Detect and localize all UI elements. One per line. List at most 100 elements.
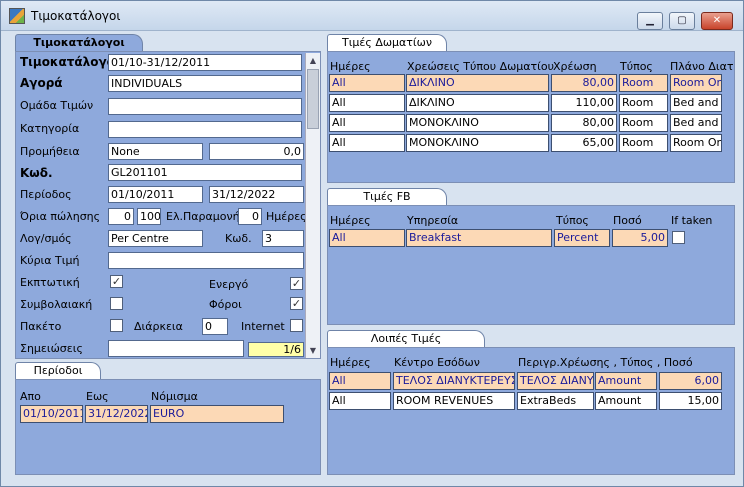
scroll-thumb[interactable]	[307, 69, 319, 129]
scroll-down-icon[interactable]: ▼	[306, 343, 320, 358]
tab-other-prices[interactable]: Λοιπές Τιμές	[327, 330, 485, 348]
room-type-cell[interactable]: Room	[619, 114, 668, 132]
room-plan-cell[interactable]: Bed and Br	[670, 114, 722, 132]
room-charge-cell[interactable]: 110,00	[551, 94, 617, 112]
periods-header-currency: Νόμισμα	[151, 390, 198, 403]
fb-header-days: Ημέρες	[330, 214, 371, 227]
price-group-field[interactable]	[108, 98, 302, 115]
periods-header-to: Εως	[86, 390, 109, 403]
other-days-cell[interactable]: All	[329, 372, 391, 390]
room-type-cell[interactable]: Room	[619, 74, 668, 92]
code-label: Κωδ.	[20, 166, 53, 180]
discount-label: Εκπτωτική	[20, 276, 80, 289]
internet-checkbox[interactable]	[290, 319, 303, 332]
period-to-field[interactable]: 31/12/2022	[209, 186, 304, 203]
room-plan-cell[interactable]: Bed and Br	[670, 94, 722, 112]
other-amount-cell[interactable]: 6,00	[659, 372, 722, 390]
period-currency-cell[interactable]: EURO	[150, 405, 284, 423]
tab-periods[interactable]: Περίοδοι	[15, 362, 101, 380]
commission-value-field[interactable]: 0,0	[209, 143, 304, 160]
minimize-button[interactable]: ▁	[637, 12, 663, 30]
room-type-cell[interactable]: Room	[619, 134, 668, 152]
fb-header-if-taken: If taken	[671, 214, 713, 227]
room-days-cell[interactable]: All	[329, 94, 405, 112]
room-charge-cell[interactable]: 80,00	[551, 114, 617, 132]
tab-pricelists[interactable]: Τιμοκατάλογοι	[15, 34, 143, 52]
form-scrollbar[interactable]: ▲ ▼	[305, 53, 320, 358]
min-stay-label: Ελ.Παραμονή	[166, 210, 240, 223]
market-label: Αγορά	[20, 76, 63, 90]
fb-header-service: Υπηρεσία	[407, 214, 459, 227]
fb-days-cell[interactable]: All	[329, 229, 405, 247]
other-type-cell[interactable]: Amount	[595, 372, 657, 390]
commission-label: Προμήθεια	[20, 145, 80, 158]
other-type-cell[interactable]: Amount	[595, 392, 657, 410]
main-price-field[interactable]	[108, 252, 304, 269]
package-label: Πακέτο	[20, 320, 62, 333]
notes-field[interactable]	[108, 340, 244, 357]
commission-type-field[interactable]: None	[108, 143, 203, 160]
room-days-cell[interactable]: All	[329, 114, 405, 132]
room-type-cell[interactable]: Room	[619, 94, 668, 112]
sales-min-field[interactable]: 0	[108, 208, 134, 225]
category-field[interactable]	[108, 121, 302, 138]
other-description-cell[interactable]: ΤΕΛΟΣ ΔΙΑΝΥΚ	[517, 372, 594, 390]
code-field[interactable]: GL201101	[108, 164, 302, 181]
other-header-days: Ημέρες	[330, 356, 371, 369]
active-checkbox[interactable]: ✓	[290, 277, 303, 290]
other-description-cell[interactable]: ExtraBeds	[517, 392, 594, 410]
period-from-field[interactable]: 01/10/2011	[108, 186, 203, 203]
account-code-field[interactable]: 3	[262, 230, 304, 247]
pricelist-field[interactable]: 01/10-31/12/2011	[108, 54, 302, 71]
other-amount-cell[interactable]: 15,00	[659, 392, 722, 410]
discount-checkbox[interactable]: ✓	[110, 275, 123, 288]
period-from-cell[interactable]: 01/10/2011	[20, 405, 83, 423]
room-plan-cell[interactable]: Room Only	[670, 134, 722, 152]
category-label: Κατηγορία	[20, 122, 80, 135]
room-charge-type-cell[interactable]: ΜΟΝΟΚΛΙΝΟ	[406, 134, 549, 152]
room-charge-type-cell[interactable]: ΔΙΚΛΙΝΟ	[406, 74, 549, 92]
record-counter: 1/6	[248, 342, 304, 357]
room-days-cell[interactable]: All	[329, 74, 405, 92]
fb-service-cell[interactable]: Breakfast	[406, 229, 552, 247]
room-prices-panel: Ημέρες Χρεώσεις Τύπου Δωματίου Χρέωση Τύ…	[327, 51, 735, 183]
room-charge-cell[interactable]: 65,00	[551, 134, 617, 152]
account-field[interactable]: Per Centre	[108, 230, 203, 247]
fb-amount-cell[interactable]: 5,00	[612, 229, 668, 247]
tab-room-prices[interactable]: Τιμές Δωματίων	[327, 34, 447, 52]
maximize-button[interactable]: ▢	[669, 12, 695, 30]
room-header-charge-type: Χρεώσεις Τύπου Δωματίου	[407, 60, 554, 73]
room-charge-type-cell[interactable]: ΔΙΚΛΙΝΟ	[406, 94, 549, 112]
days-label: Ημέρες	[266, 210, 307, 223]
fb-header-type: Τύπος	[556, 214, 589, 227]
pricelist-form: Τιμοκατάλογος 01/10-31/12/2011 Αγορά IND…	[15, 51, 321, 359]
package-checkbox[interactable]	[110, 319, 123, 332]
room-header-charge: Χρέωση	[553, 60, 597, 73]
sales-limits-label: Όρια πώλησης	[20, 210, 101, 223]
close-button[interactable]: ✕	[701, 12, 733, 30]
fb-type-cell[interactable]: Percent	[554, 229, 610, 247]
market-field[interactable]: INDIVIDUALS	[108, 75, 302, 92]
period-to-cell[interactable]: 31/12/2022	[85, 405, 148, 423]
tab-fb-prices[interactable]: Τιμές FB	[327, 188, 447, 206]
room-header-type: Τύπος	[620, 60, 653, 73]
other-revenue-center-cell[interactable]: ROOM REVENUES	[393, 392, 515, 410]
other-days-cell[interactable]: All	[329, 392, 391, 410]
sales-max-field[interactable]: 100	[137, 208, 161, 225]
room-charge-cell[interactable]: 80,00	[551, 74, 617, 92]
min-stay-field[interactable]: 0	[238, 208, 262, 225]
account-code-label: Κωδ.	[225, 232, 252, 245]
contract-checkbox[interactable]	[110, 297, 123, 310]
room-charge-type-cell[interactable]: ΜΟΝΟΚΛΙΝΟ	[406, 114, 549, 132]
room-header-days: Ημέρες	[330, 60, 371, 73]
scroll-up-icon[interactable]: ▲	[306, 53, 320, 68]
fb-if-taken-checkbox[interactable]	[672, 231, 685, 244]
room-plan-cell[interactable]: Room Only	[670, 74, 722, 92]
pricelist-label: Τιμοκατάλογος	[20, 55, 122, 69]
taxes-checkbox[interactable]: ✓	[290, 297, 303, 310]
title-bar[interactable]: Τιμοκατάλογοι ▁ ▢ ✕	[1, 1, 743, 31]
duration-field[interactable]: 0	[202, 318, 228, 335]
room-days-cell[interactable]: All	[329, 134, 405, 152]
other-revenue-center-cell[interactable]: ΤΕΛΟΣ ΔΙΑΝΥΚΤΕΡΕΥΣΗΣ	[393, 372, 515, 390]
fb-prices-panel: Ημέρες Υπηρεσία Τύπος Ποσό If taken All …	[327, 205, 735, 325]
